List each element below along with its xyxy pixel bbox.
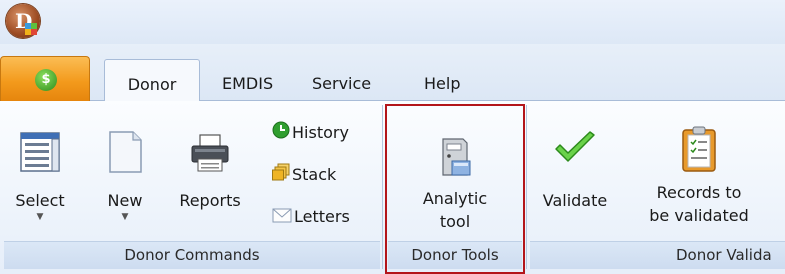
tab-service[interactable]: Service [312,74,371,94]
new-dropdown-arrow-icon[interactable]: ▼ [100,212,150,222]
tab-help[interactable]: Help [424,74,460,94]
title-bar: D [0,0,785,44]
stack-icon [272,163,290,188]
clipboard-icon [682,126,716,172]
select-dropdown-arrow-icon[interactable]: ▼ [14,212,66,222]
analytic-tool-label-line2: tool [439,212,471,231]
analytic-tool-icon [442,138,471,176]
new-label: New [107,191,143,210]
reports-button[interactable]: Reports [168,129,252,212]
new-button[interactable]: New ▼ [100,129,150,222]
letters-label: Letters [294,207,350,226]
stack-button[interactable]: Stack [272,163,336,189]
app-logo-icon[interactable]: D [6,4,40,38]
letters-button[interactable]: Letters [272,205,350,231]
analytic-tool-label-line1: Analytic [422,189,488,208]
ribbon-tab-row: $ Donor EMDIS Service Help [0,44,785,102]
select-button[interactable]: Select ▼ [14,129,66,222]
letters-icon [272,206,292,230]
records-to-be-validated-button[interactable]: Records to be validated [632,125,766,227]
select-icon [20,132,60,172]
history-icon [272,121,290,146]
validate-button[interactable]: Validate [535,129,615,212]
tab-emdis[interactable]: EMDIS [222,74,273,94]
history-button[interactable]: History [272,121,349,147]
group-title-donor-commands: Donor Commands [4,241,380,269]
records-label-line1: Records to [656,183,742,202]
stack-label: Stack [292,165,337,184]
group-title-donor-validation: Donor Valida [530,241,785,269]
analytic-tool-button[interactable]: Analytic tool [400,135,510,233]
history-label: History [292,123,349,142]
reports-label: Reports [179,191,241,210]
app-menu-icon: $ [35,69,57,91]
group-title-donor-tools: Donor Tools [388,241,522,269]
ribbon-panel: Select ▼ New ▼ Reports History Stack Let… [0,101,785,274]
validate-label: Validate [542,191,608,210]
checkmark-icon [555,131,595,162]
printer-icon [191,134,229,172]
app-menu-button[interactable]: $ [0,56,90,102]
new-document-icon [109,131,142,173]
tab-donor[interactable]: Donor [104,59,200,102]
records-label-line2: be validated [649,206,749,225]
group-separator [382,105,383,269]
select-label: Select [15,191,65,210]
group-separator [526,105,527,269]
